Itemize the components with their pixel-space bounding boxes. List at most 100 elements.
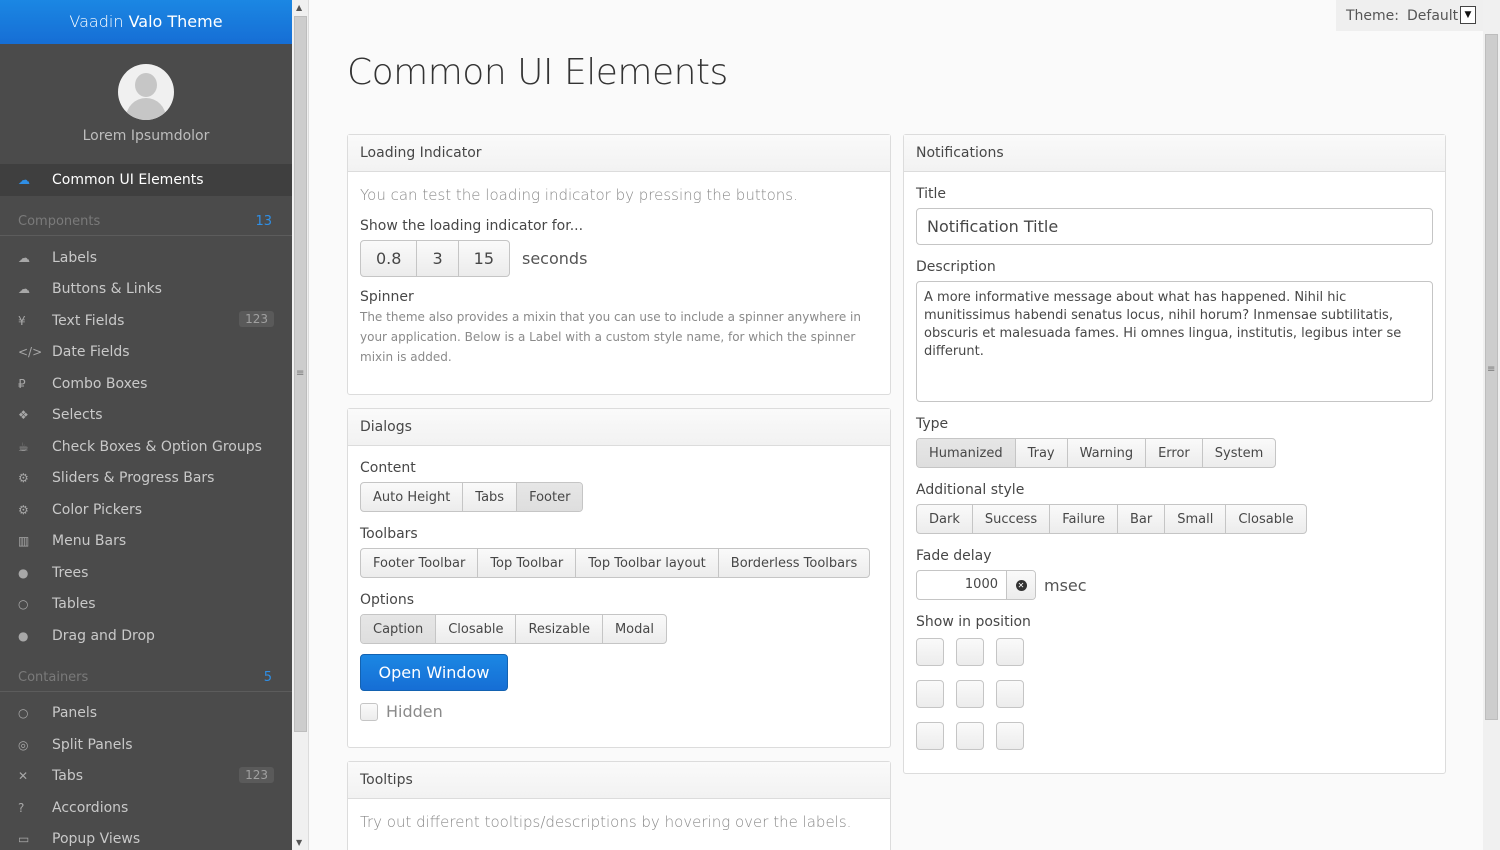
- toolbar-buttons: Footer Toolbar Top Toolbar Top Toolbar l…: [360, 548, 871, 578]
- sidebar-item-sliders-progress-bars[interactable]: ⚙ Sliders & Progress Bars: [0, 463, 292, 495]
- chevron-down-icon[interactable]: ▼: [1460, 6, 1476, 24]
- sidebar-item-split-panels[interactable]: ◎ Split Panels: [0, 729, 292, 761]
- open-window-button[interactable]: Open Window: [360, 654, 508, 691]
- sidebar-item-text-fields[interactable]: ¥ Text Fields 123: [0, 305, 292, 337]
- hidden-label[interactable]: Hidden: [386, 702, 443, 721]
- sidebar-item-selects[interactable]: ❖ Selects: [0, 400, 292, 432]
- dark-style-button[interactable]: Dark: [917, 505, 973, 533]
- sidebar-item-labels[interactable]: ☁ Labels: [0, 242, 292, 274]
- sidebar-item-tabs[interactable]: ✕ Tabs 123: [0, 761, 292, 793]
- theme-label: Theme:: [1346, 7, 1400, 24]
- sidebar-item-combo-boxes[interactable]: ₽ Combo Boxes: [0, 368, 292, 400]
- position-bottom-center-button[interactable]: [956, 722, 984, 750]
- fade-delay-input[interactable]: 1000: [917, 571, 1006, 599]
- sidebar-scrollbar[interactable]: ▲ ≡ ▼: [292, 0, 309, 850]
- tabs-button[interactable]: Tabs: [463, 483, 518, 511]
- panel-caption: Tooltips: [348, 762, 890, 799]
- tooltips-text[interactable]: Try out different tooltips/descriptions …: [360, 813, 878, 831]
- sidebar-item-label: Combo Boxes: [52, 375, 148, 392]
- sidebar-item-drag-and-drop[interactable]: ● Drag and Drop: [0, 620, 292, 652]
- sidebar-item-accordions[interactable]: ? Accordions: [0, 792, 292, 824]
- notification-description-textarea[interactable]: A more informative message about what ha…: [916, 281, 1433, 402]
- duration-button[interactable]: 15: [459, 241, 509, 276]
- content-buttons: Auto Height Tabs Footer: [360, 482, 584, 512]
- bar-style-button[interactable]: Bar: [1118, 505, 1166, 533]
- scroll-down-icon[interactable]: ▼: [296, 838, 302, 847]
- columns-icon: ▥: [18, 534, 30, 549]
- closable-option-button[interactable]: Closable: [436, 615, 517, 643]
- footer-toolbar-button[interactable]: Footer Toolbar: [361, 549, 479, 577]
- footer-button[interactable]: Footer: [517, 483, 583, 511]
- top-toolbar-layout-button[interactable]: Top Toolbar layout: [576, 549, 719, 577]
- toolbars-caption: Toolbars: [360, 526, 418, 542]
- gears-icon: ⚙: [18, 502, 29, 517]
- cloud-icon: ☁: [18, 173, 30, 187]
- sidebar-item-color-pickers[interactable]: ⚙ Color Pickers: [0, 494, 292, 526]
- sidebar-item-buttons-links[interactable]: ☁ Buttons & Links: [0, 274, 292, 306]
- resizable-option-button[interactable]: Resizable: [516, 615, 603, 643]
- system-type-button[interactable]: System: [1203, 439, 1275, 467]
- position-middle-right-button[interactable]: [996, 680, 1024, 708]
- brand-bold: Valo Theme: [128, 12, 223, 31]
- option-buttons: Caption Closable Resizable Modal: [360, 614, 667, 644]
- sidebar-item-label: Labels: [52, 249, 98, 266]
- user-section[interactable]: Lorem Ipsumdolor: [0, 44, 292, 164]
- clear-button[interactable]: ✕: [1006, 571, 1035, 599]
- borderless-toolbars-button[interactable]: Borderless Toolbars: [719, 549, 869, 577]
- splitter-grip-icon[interactable]: ≡: [296, 368, 304, 379]
- sidebar-item-label: Drag and Drop: [52, 627, 155, 644]
- sidebar-item-label: Common UI Elements: [52, 172, 204, 188]
- avatar[interactable]: [118, 64, 174, 120]
- fade-unit: msec: [1044, 575, 1087, 595]
- position-top-center-button[interactable]: [956, 638, 984, 666]
- position-top-left-button[interactable]: [916, 638, 944, 666]
- auto-height-button[interactable]: Auto Height: [361, 483, 464, 511]
- question-icon: ?: [18, 800, 25, 815]
- theme-selector[interactable]: Theme: Default ▼: [1336, 0, 1484, 31]
- yen-icon: ¥: [18, 313, 26, 328]
- caption-option-button[interactable]: Caption: [361, 615, 437, 643]
- success-style-button[interactable]: Success: [973, 505, 1051, 533]
- theme-value[interactable]: Default: [1407, 8, 1458, 24]
- sidebar-item-panels[interactable]: ○ Panels: [0, 698, 292, 730]
- failure-style-button[interactable]: Failure: [1050, 505, 1118, 533]
- spinner-text: The theme also provides a mixin that you…: [360, 310, 861, 364]
- user-name[interactable]: Lorem Ipsumdolor: [0, 128, 292, 144]
- sidebar-item-check-boxes-option-groups[interactable]: ☕ Check Boxes & Option Groups: [0, 431, 292, 463]
- position-bottom-right-button[interactable]: [996, 722, 1024, 750]
- splitter-grip-icon[interactable]: ≡: [1487, 364, 1495, 375]
- top-toolbar-button[interactable]: Top Toolbar: [478, 549, 577, 577]
- position-middle-left-button[interactable]: [916, 680, 944, 708]
- position-top-right-button[interactable]: [996, 638, 1024, 666]
- position-bottom-left-button[interactable]: [916, 722, 944, 750]
- cloud-upload-icon: ☁: [18, 282, 30, 297]
- notification-title-input[interactable]: Notification Title: [916, 208, 1433, 245]
- scroll-thumb[interactable]: [1485, 34, 1498, 720]
- sidebar-item-tables[interactable]: ○ Tables: [0, 589, 292, 621]
- sidebar-item-common-ui-elements[interactable]: ☁ Common UI Elements: [0, 164, 292, 196]
- small-style-button[interactable]: Small: [1165, 505, 1227, 533]
- tray-type-button[interactable]: Tray: [1016, 439, 1068, 467]
- hidden-checkbox[interactable]: [360, 702, 378, 721]
- warning-type-button[interactable]: Warning: [1068, 439, 1147, 467]
- modal-option-button[interactable]: Modal: [603, 615, 666, 643]
- error-type-button[interactable]: Error: [1146, 439, 1203, 467]
- spinner-caption: Spinner: [360, 289, 414, 305]
- sidebar-item-popup-views[interactable]: ▭ Popup Views: [0, 824, 292, 850]
- position-middle-center-button[interactable]: [956, 680, 984, 708]
- fade-caption: Fade delay: [916, 548, 992, 564]
- sidebar-item-label: Menu Bars: [52, 533, 127, 550]
- panel-caption: Notifications: [904, 135, 1445, 172]
- closable-style-button[interactable]: Closable: [1226, 505, 1305, 533]
- sidebar-item-menu-bars[interactable]: ▥ Menu Bars: [0, 526, 292, 558]
- scroll-up-icon[interactable]: ▲: [296, 3, 302, 12]
- duration-button[interactable]: 0.8: [361, 241, 418, 276]
- sidebar-item-trees[interactable]: ● Trees: [0, 557, 292, 589]
- loading-intro: You can test the loading indicator by pr…: [360, 186, 798, 204]
- duration-button[interactable]: 3: [417, 241, 459, 276]
- caption-count: 5: [263, 669, 272, 685]
- humanized-type-button[interactable]: Humanized: [917, 439, 1016, 467]
- sidebar-item-date-fields[interactable]: </> Date Fields: [0, 337, 292, 369]
- type-buttons: Humanized Tray Warning Error System: [916, 438, 1277, 468]
- main-scrollbar[interactable]: ≡: [1483, 0, 1500, 850]
